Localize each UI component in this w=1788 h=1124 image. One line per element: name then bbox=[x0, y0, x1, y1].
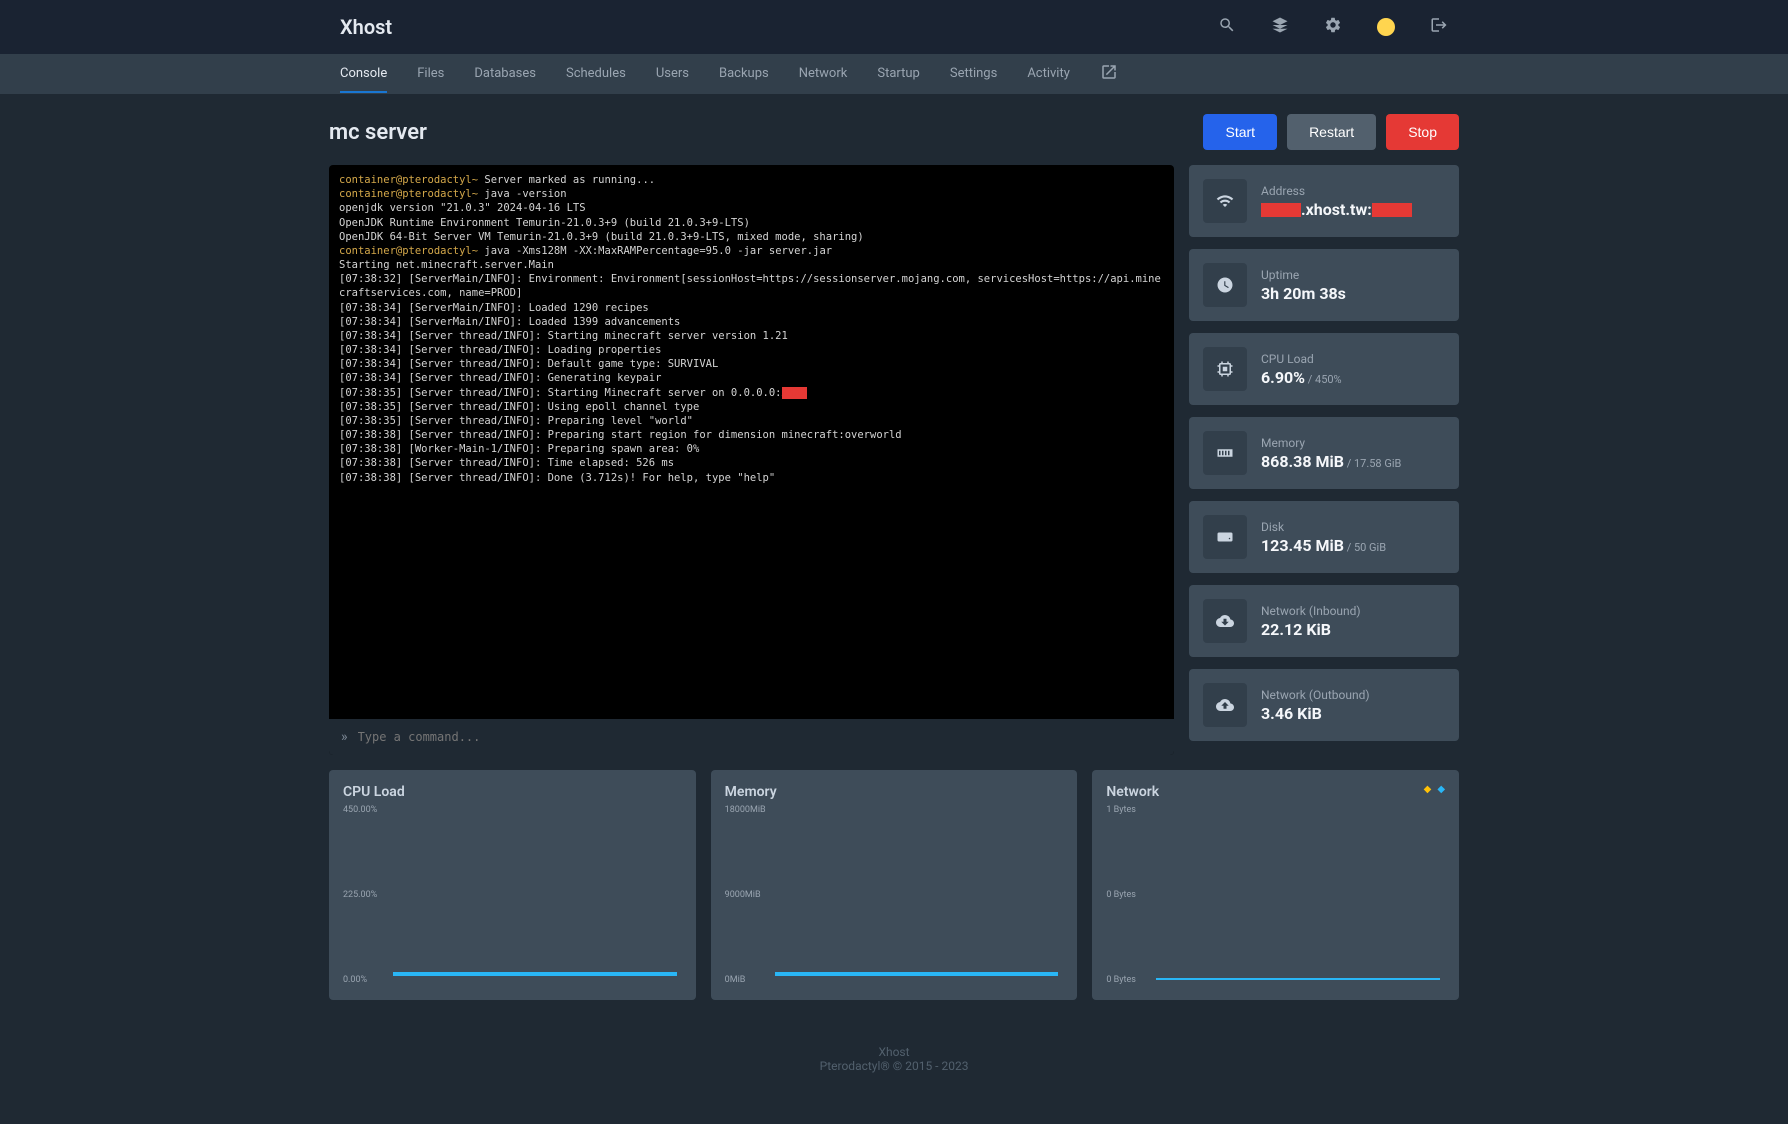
main-container: mc server Start Restart Stop container@p… bbox=[329, 94, 1459, 1020]
header-row: mc server Start Restart Stop bbox=[329, 114, 1459, 150]
footer-copyright: Pterodactyl® © 2015 - 2023 bbox=[0, 1059, 1788, 1073]
chart-line bbox=[1156, 978, 1440, 980]
stat-value: 22.12 KiB bbox=[1261, 620, 1361, 639]
layers-icon[interactable] bbox=[1271, 16, 1289, 38]
chart-body: 18000MiB 9000MiB 0MiB bbox=[725, 810, 1064, 980]
chart-body: 1 Bytes 0 Bytes 0 Bytes bbox=[1106, 810, 1445, 980]
nav-databases[interactable]: Databases bbox=[474, 56, 536, 93]
legend-inbound-icon: ◆ bbox=[1424, 784, 1432, 795]
chevron-right-icon: » bbox=[341, 729, 348, 745]
y-tick: 0.00% bbox=[343, 975, 367, 985]
nav-backups[interactable]: Backups bbox=[719, 56, 769, 93]
console: container@pterodactyl~ Server marked as … bbox=[329, 165, 1174, 755]
nav-files[interactable]: Files bbox=[417, 56, 444, 93]
chart-title: Memory bbox=[725, 784, 1064, 800]
topbar: Xhost bbox=[0, 0, 1788, 54]
stat-label: Address bbox=[1261, 184, 1412, 198]
cloud-download-icon bbox=[1203, 599, 1247, 643]
stat-label: Network (Inbound) bbox=[1261, 604, 1361, 618]
console-output[interactable]: container@pterodactyl~ Server marked as … bbox=[329, 165, 1174, 719]
stat-value: 3.46 KiB bbox=[1261, 704, 1370, 723]
cloud-upload-icon bbox=[1203, 683, 1247, 727]
charts-row: CPU Load 450.00% 225.00% 0.00% Memory 18… bbox=[329, 770, 1459, 1000]
external-link-icon[interactable] bbox=[1100, 63, 1118, 85]
navbar: Console Files Databases Schedules Users … bbox=[0, 54, 1788, 94]
disk-icon bbox=[1203, 515, 1247, 559]
nav-users[interactable]: Users bbox=[656, 56, 689, 93]
y-tick: 450.00% bbox=[343, 805, 377, 815]
command-input[interactable] bbox=[358, 730, 1162, 744]
chart-line bbox=[393, 972, 677, 976]
stat-value: 6.90% / 450% bbox=[1261, 368, 1342, 387]
y-tick: 18000MiB bbox=[725, 805, 766, 815]
y-tick: 225.00% bbox=[343, 890, 377, 900]
y-tick: 0MiB bbox=[725, 975, 746, 985]
logout-icon[interactable] bbox=[1430, 16, 1448, 38]
legend-outbound-icon: ◆ bbox=[1437, 784, 1445, 795]
memory-icon bbox=[1203, 431, 1247, 475]
server-name: mc server bbox=[329, 120, 427, 145]
stats-column: Address .xhost.tw: Uptime 3h 20m 38s CPU… bbox=[1189, 165, 1459, 755]
stat-address[interactable]: Address .xhost.tw: bbox=[1189, 165, 1459, 237]
nav-activity[interactable]: Activity bbox=[1027, 56, 1070, 93]
stat-network-inbound: Network (Inbound) 22.12 KiB bbox=[1189, 585, 1459, 657]
nav-schedules[interactable]: Schedules bbox=[566, 56, 626, 93]
chart-legend: ◆ ◆ bbox=[1424, 784, 1445, 795]
main-row: container@pterodactyl~ Server marked as … bbox=[329, 165, 1459, 755]
chart-title: Network bbox=[1106, 784, 1445, 800]
start-button[interactable]: Start bbox=[1203, 114, 1277, 150]
stat-label: Uptime bbox=[1261, 268, 1346, 282]
chart-network: ◆ ◆ Network 1 Bytes 0 Bytes 0 Bytes bbox=[1092, 770, 1459, 1000]
restart-button[interactable]: Restart bbox=[1287, 114, 1376, 150]
redacted-icon bbox=[1372, 203, 1412, 217]
topbar-icons bbox=[1218, 16, 1448, 38]
chart-title: CPU Load bbox=[343, 784, 682, 800]
stat-disk: Disk 123.45 MiB / 50 GiB bbox=[1189, 501, 1459, 573]
y-tick: 0 Bytes bbox=[1106, 890, 1136, 900]
console-input-row: » bbox=[329, 719, 1174, 755]
stat-uptime: Uptime 3h 20m 38s bbox=[1189, 249, 1459, 321]
stat-memory: Memory 868.38 MiB / 17.58 GiB bbox=[1189, 417, 1459, 489]
console-column: container@pterodactyl~ Server marked as … bbox=[329, 165, 1174, 755]
brand-logo[interactable]: Xhost bbox=[340, 15, 392, 39]
stat-value: 868.38 MiB / 17.58 GiB bbox=[1261, 452, 1401, 471]
stat-label: Network (Outbound) bbox=[1261, 688, 1370, 702]
stat-label: CPU Load bbox=[1261, 352, 1342, 366]
y-tick: 1 Bytes bbox=[1106, 805, 1136, 815]
clock-icon bbox=[1203, 263, 1247, 307]
footer: Xhost Pterodactyl® © 2015 - 2023 bbox=[0, 1020, 1788, 1098]
y-tick: 0 Bytes bbox=[1106, 975, 1136, 985]
stat-network-outbound: Network (Outbound) 3.46 KiB bbox=[1189, 669, 1459, 741]
y-tick: 9000MiB bbox=[725, 890, 761, 900]
stat-value: .xhost.tw: bbox=[1261, 200, 1412, 219]
redacted-icon bbox=[1261, 203, 1301, 217]
stat-label: Disk bbox=[1261, 520, 1386, 534]
stat-label: Memory bbox=[1261, 436, 1401, 450]
chart-line bbox=[775, 972, 1059, 976]
chart-body: 450.00% 225.00% 0.00% bbox=[343, 810, 682, 980]
chart-memory: Memory 18000MiB 9000MiB 0MiB bbox=[711, 770, 1078, 1000]
settings-icon[interactable] bbox=[1324, 16, 1342, 38]
user-avatar[interactable] bbox=[1377, 18, 1395, 36]
wifi-icon bbox=[1203, 179, 1247, 223]
chart-cpu: CPU Load 450.00% 225.00% 0.00% bbox=[329, 770, 696, 1000]
nav-console[interactable]: Console bbox=[340, 56, 387, 93]
stop-button[interactable]: Stop bbox=[1386, 114, 1459, 150]
nav-startup[interactable]: Startup bbox=[877, 56, 920, 93]
power-buttons: Start Restart Stop bbox=[1203, 114, 1459, 150]
stat-value: 3h 20m 38s bbox=[1261, 284, 1346, 303]
cpu-icon bbox=[1203, 347, 1247, 391]
stat-cpu: CPU Load 6.90% / 450% bbox=[1189, 333, 1459, 405]
nav-network[interactable]: Network bbox=[799, 56, 848, 93]
footer-brand: Xhost bbox=[0, 1045, 1788, 1059]
stat-value: 123.45 MiB / 50 GiB bbox=[1261, 536, 1386, 555]
nav-settings[interactable]: Settings bbox=[950, 56, 997, 93]
search-icon[interactable] bbox=[1218, 16, 1236, 38]
